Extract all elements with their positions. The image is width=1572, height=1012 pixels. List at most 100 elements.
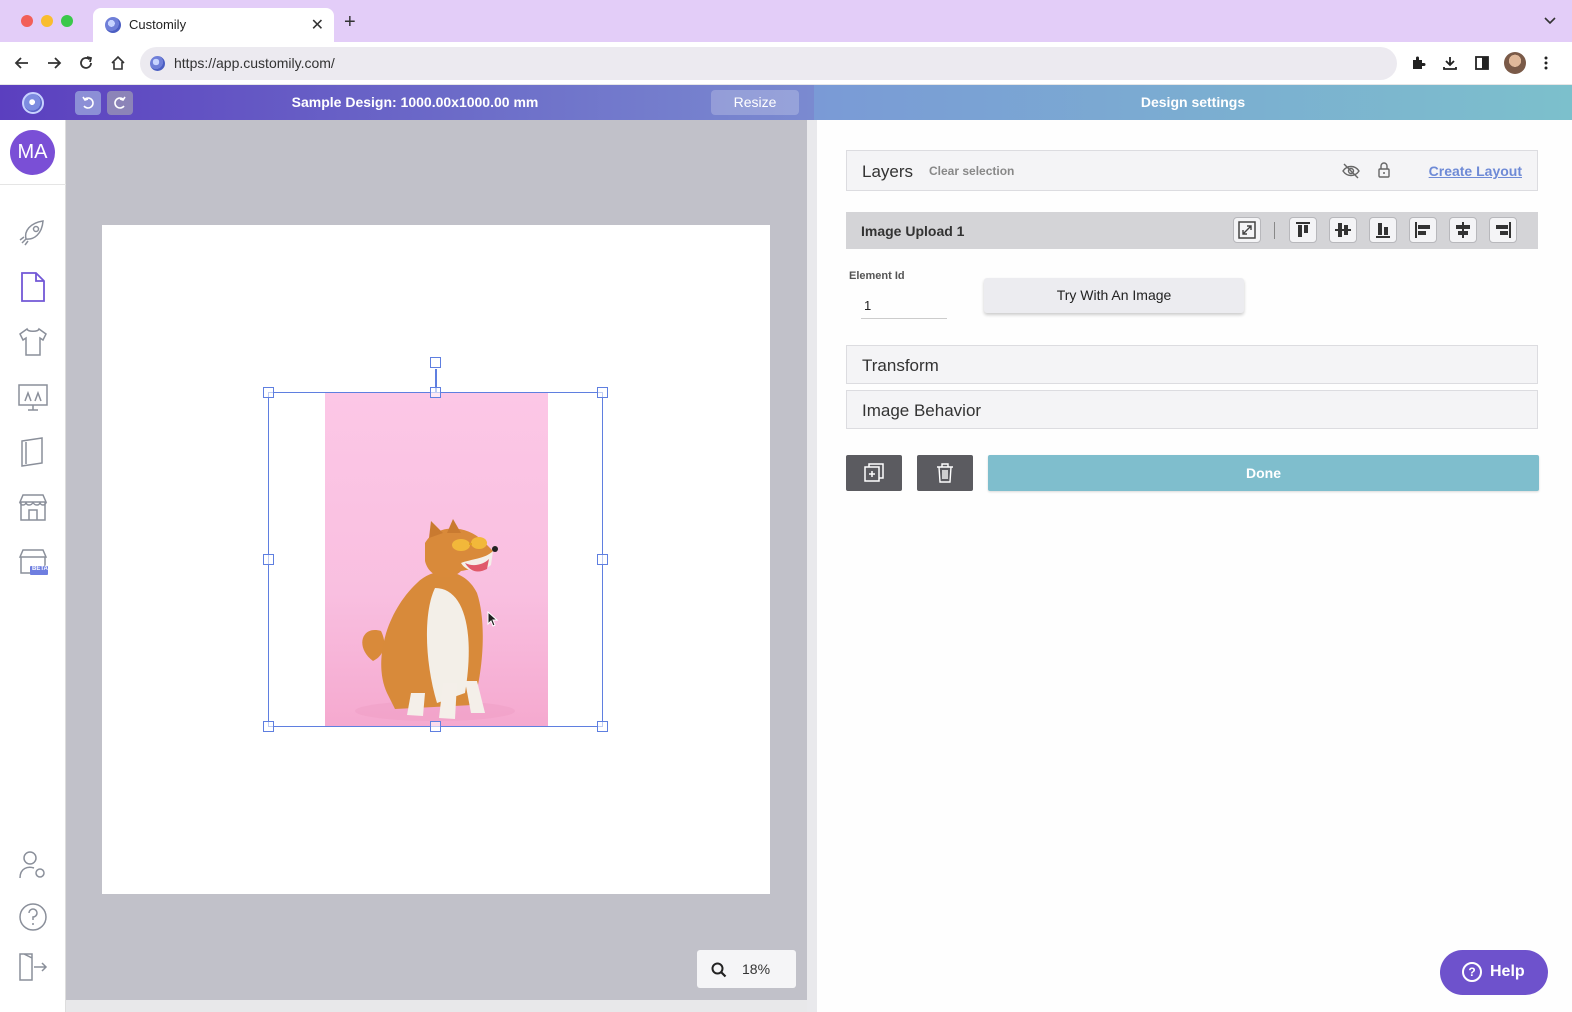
hide-eye-off-icon[interactable]	[1341, 162, 1361, 180]
beta-badge: BETA	[32, 566, 48, 572]
align-left-button[interactable]	[1409, 217, 1437, 243]
profile-avatar[interactable]	[1504, 52, 1526, 74]
align-vertical-center-button[interactable]	[1329, 217, 1357, 243]
resize-handle-top-right[interactable]	[597, 387, 608, 398]
element-title: Image Upload 1	[861, 223, 965, 239]
resize-handle-top[interactable]	[430, 387, 441, 398]
zoom-search-icon	[711, 962, 727, 978]
element-id-input[interactable]	[861, 293, 947, 319]
image-behavior-section-title: Image Behavior	[862, 401, 982, 420]
align-bottom-icon	[1376, 223, 1390, 238]
zoom-level: 18%	[742, 961, 771, 977]
page-icon[interactable]	[16, 270, 50, 304]
align-top-button[interactable]	[1289, 217, 1317, 243]
editor-header: Sample Design: 1000.00x1000.00 mm Resize	[0, 85, 814, 120]
align-horizontal-center-button[interactable]	[1449, 217, 1477, 243]
layers-bar[interactable]: Layers Clear selection Create Layout	[846, 150, 1538, 191]
home-icon[interactable]	[106, 51, 130, 75]
design-settings-header: Design settings	[814, 85, 1572, 120]
store-beta-icon[interactable]: BETA	[16, 545, 50, 579]
expand-icon	[1238, 221, 1256, 239]
logout-icon[interactable]	[16, 950, 50, 984]
reload-icon[interactable]	[74, 51, 98, 75]
user-avatar[interactable]: MA	[10, 130, 55, 175]
forward-arrow-icon[interactable]	[42, 51, 66, 75]
undo-button[interactable]	[75, 91, 101, 115]
selection-box[interactable]	[268, 392, 603, 727]
align-vertical-center-icon	[1335, 223, 1351, 237]
zoom-control[interactable]: 18%	[697, 950, 796, 988]
duplicate-button[interactable]	[846, 455, 902, 491]
download-icon[interactable]	[1439, 52, 1461, 74]
side-panel-icon[interactable]	[1471, 52, 1493, 74]
trash-icon	[937, 463, 953, 483]
resize-handle-right[interactable]	[597, 554, 608, 565]
create-layout-link[interactable]: Create Layout	[1429, 163, 1522, 179]
layers-title: Layers	[862, 162, 914, 181]
align-horizontal-center-icon	[1456, 222, 1470, 238]
toolbar-separator	[1274, 222, 1275, 239]
store-icon[interactable]	[16, 490, 50, 524]
resize-button[interactable]: Resize	[711, 90, 799, 115]
back-arrow-icon[interactable]	[10, 51, 34, 75]
resize-handle-top-left[interactable]	[263, 387, 274, 398]
help-circle-icon[interactable]	[16, 900, 50, 934]
sidebar-divider	[0, 184, 66, 185]
align-right-icon	[1496, 222, 1511, 238]
rotation-handle[interactable]	[430, 357, 441, 368]
redo-button[interactable]	[107, 91, 133, 115]
mockup-icon[interactable]	[16, 380, 50, 414]
align-right-button[interactable]	[1489, 217, 1517, 243]
fit-to-canvas-button[interactable]	[1233, 217, 1261, 243]
customily-logo-icon[interactable]	[22, 92, 44, 114]
resize-handle-bottom-right[interactable]	[597, 721, 608, 732]
user-settings-icon[interactable]	[16, 848, 50, 882]
book-icon[interactable]	[16, 435, 50, 469]
browser-tab-bar: Customily ✕ +	[0, 0, 1572, 42]
question-icon: ?	[1462, 962, 1482, 982]
maximize-window-button[interactable]	[61, 15, 73, 27]
image-behavior-section[interactable]: Image Behavior	[846, 390, 1538, 429]
undo-icon	[82, 96, 94, 109]
try-with-image-button[interactable]: Try With An Image	[984, 278, 1244, 313]
browser-menu-kebab-icon[interactable]	[1535, 52, 1557, 74]
transform-section[interactable]: Transform	[846, 345, 1538, 384]
tab-close-icon[interactable]: ✕	[311, 15, 324, 35]
clear-selection-link[interactable]: Clear selection	[929, 164, 1014, 178]
tshirt-icon[interactable]	[16, 325, 50, 359]
element-id-label: Element Id	[849, 270, 905, 282]
close-window-button[interactable]	[21, 15, 33, 27]
lock-icon[interactable]	[1377, 161, 1391, 179]
extensions-puzzle-icon[interactable]	[1407, 52, 1429, 74]
address-bar[interactable]: https://app.customily.com/	[140, 47, 1397, 80]
rocket-icon[interactable]	[16, 215, 50, 249]
align-bottom-button[interactable]	[1369, 217, 1397, 243]
browser-tab[interactable]: Customily ✕	[93, 8, 334, 42]
resize-handle-bottom[interactable]	[430, 721, 441, 732]
align-left-icon	[1415, 222, 1430, 238]
design-settings-title: Design settings	[1140, 94, 1246, 110]
browser-toolbar: https://app.customily.com/	[0, 42, 1572, 85]
minimize-window-button[interactable]	[41, 15, 53, 27]
customily-favicon-icon	[105, 17, 121, 33]
canvas-horizontal-scrollbar[interactable]	[66, 1000, 807, 1012]
design-title: Sample Design: 1000.00x1000.00 mm	[291, 94, 539, 110]
tab-title: Customily	[129, 17, 187, 32]
done-button[interactable]: Done	[988, 455, 1539, 491]
resize-handle-left[interactable]	[263, 554, 274, 565]
help-button[interactable]: ? Help	[1440, 950, 1548, 995]
canvas-vertical-scrollbar[interactable]	[807, 120, 817, 1012]
mouse-cursor-icon	[487, 610, 499, 632]
help-label: Help	[1490, 963, 1525, 980]
left-sidebar: MA BETA	[0, 120, 66, 1012]
tab-search-chevron-icon[interactable]	[1544, 14, 1556, 28]
resize-handle-bottom-left[interactable]	[263, 721, 274, 732]
redo-icon	[114, 96, 126, 109]
design-settings-panel	[817, 120, 1572, 1012]
url-text[interactable]: https://app.customily.com/	[174, 55, 335, 71]
delete-button[interactable]	[917, 455, 973, 491]
site-icon	[150, 56, 165, 71]
new-tab-button[interactable]: +	[344, 12, 356, 32]
transform-section-title: Transform	[862, 356, 939, 375]
align-top-icon	[1296, 222, 1310, 237]
